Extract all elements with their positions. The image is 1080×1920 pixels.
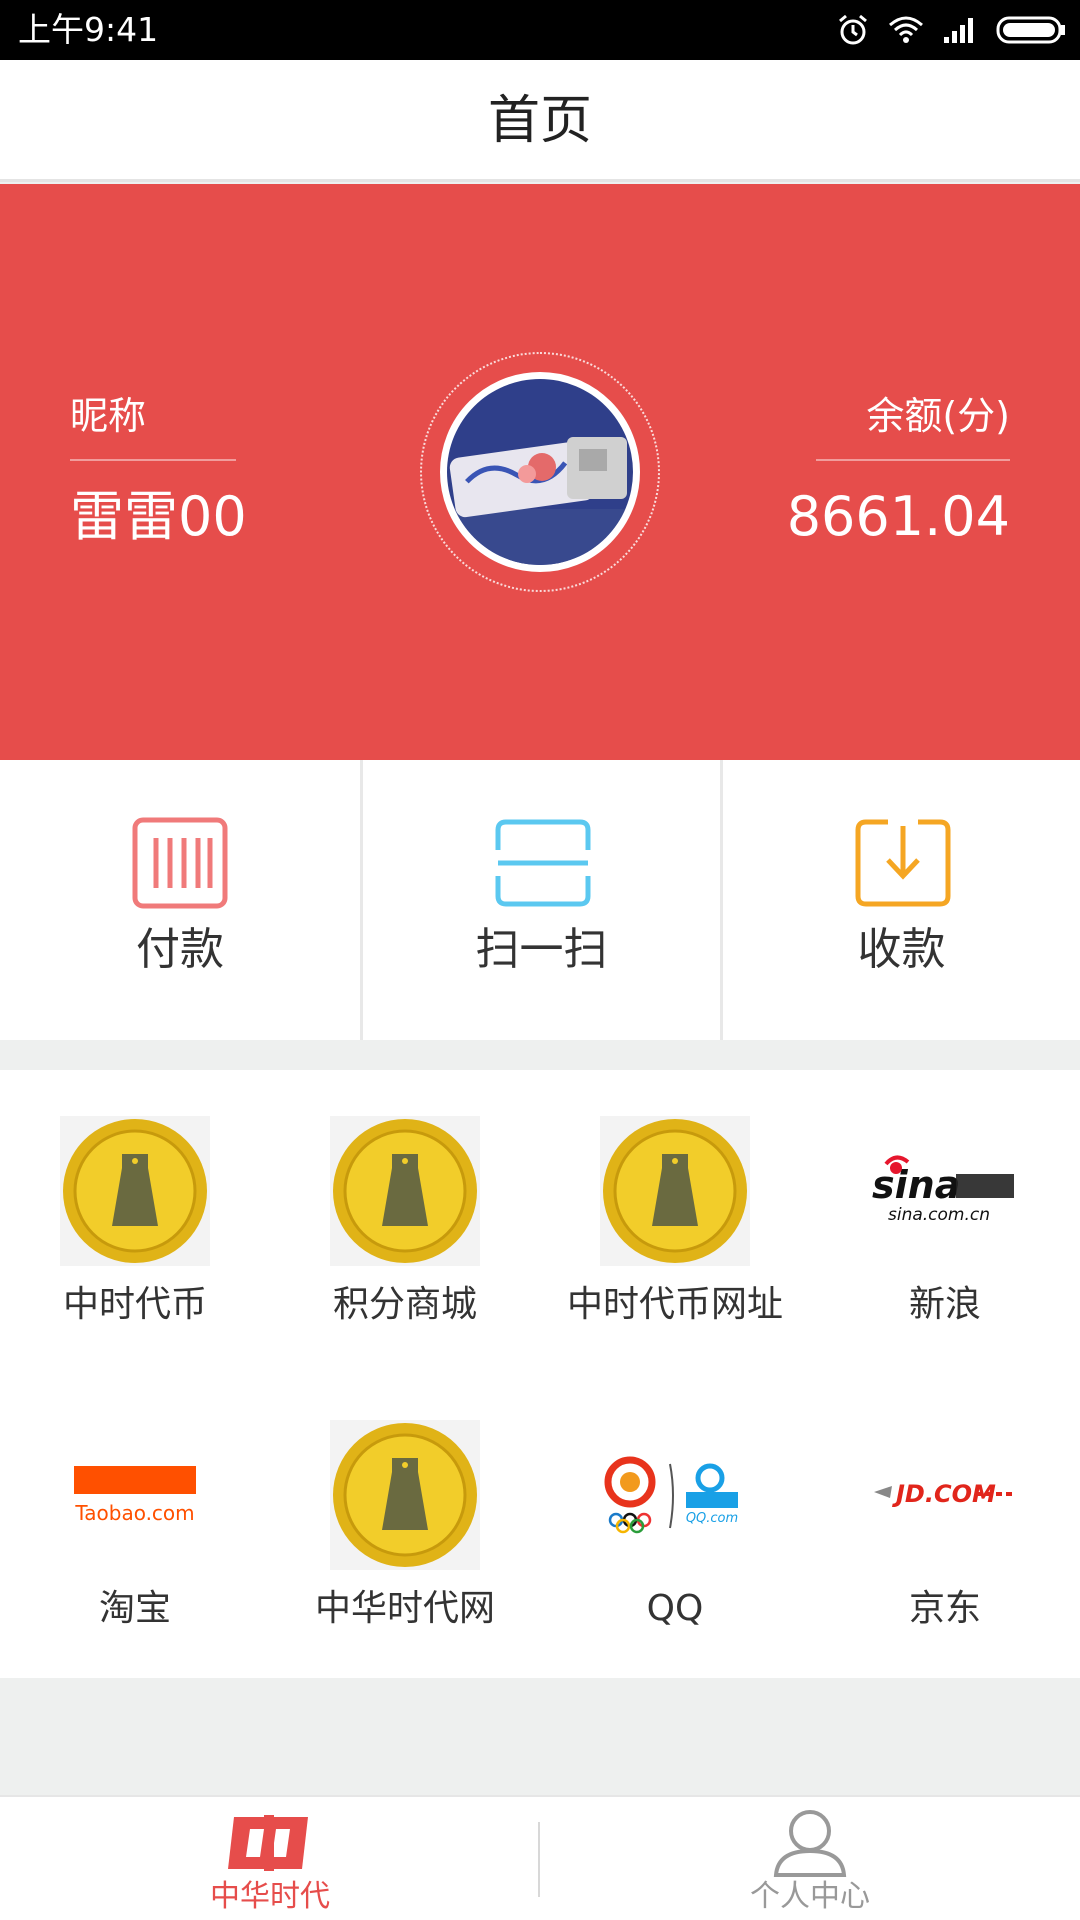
wifi-icon (888, 15, 924, 45)
profile-hero: 昵称 雷雷00 余额(分) 8661.04 (0, 184, 1080, 760)
balance-label: 余额(分) (866, 394, 1010, 438)
tab-home[interactable]: 中华时代 (0, 1797, 540, 1920)
svg-text:QQ.com: QQ.com (686, 1511, 738, 1526)
receive-icon (853, 816, 953, 910)
nickname-label: 昵称 (70, 394, 147, 438)
pay-button[interactable]: 付款 (0, 760, 360, 1040)
coin-logo (60, 1116, 210, 1266)
balance-value: 8661.04 (786, 485, 1010, 548)
tab-profile[interactable]: 个人中心 (540, 1797, 1080, 1920)
nav-bar: 首页 (0, 60, 1080, 182)
zhonghua-logo-icon (224, 1807, 316, 1877)
status-icons (836, 10, 1066, 50)
tab-home-label: 中华时代 (210, 1879, 330, 1914)
scan-button[interactable]: 扫一扫 (360, 760, 720, 1040)
app-name: 淘宝 (98, 1588, 171, 1629)
nickname-divider (70, 459, 236, 461)
sina-logo: sina sina.com.cn (870, 1116, 1020, 1266)
app-qq[interactable]: QQ.com QQ (540, 1374, 810, 1674)
barcode-icon (130, 816, 230, 910)
coin-logo (330, 1420, 480, 1570)
qq-logo: QQ.com (600, 1420, 750, 1570)
receive-button[interactable]: 收款 (720, 760, 1080, 1040)
status-bar: 上午9:41 (0, 0, 1080, 60)
status-time: 上午9:41 (18, 10, 159, 49)
scan-label: 扫一扫 (475, 924, 608, 975)
pay-label: 付款 (136, 924, 224, 975)
svg-text:sina: sina (872, 1163, 960, 1207)
battery-icon (996, 15, 1066, 45)
signal-icon (942, 15, 978, 45)
app-coin-website[interactable]: 中时代币网址 (540, 1070, 810, 1370)
app-name: QQ (646, 1588, 704, 1629)
nickname-value: 雷雷00 (70, 485, 247, 548)
bottom-tab-bar: 中华时代 个人中心 (0, 1795, 1080, 1920)
tab-profile-label: 个人中心 (750, 1879, 870, 1914)
app-grid: 中时代币 积分商城 中时代币网址 sina sina.com.cn 新浪 Tao… (0, 1070, 1080, 1678)
jd-logo: JD.COM (870, 1420, 1020, 1570)
app-name: 中华时代网 (314, 1588, 495, 1629)
avatar[interactable] (440, 372, 640, 572)
app-name: 中时代币网址 (566, 1284, 783, 1325)
svg-text:Taobao.com: Taobao.com (74, 1501, 194, 1525)
app-name: 新浪 (908, 1284, 981, 1325)
app-points-mall[interactable]: 积分商城 (270, 1070, 540, 1370)
coin-logo (330, 1116, 480, 1266)
svg-text:sina.com.cn: sina.com.cn (888, 1205, 990, 1225)
quick-actions: 付款 扫一扫 收款 (0, 760, 1080, 1040)
app-name: 中时代币 (62, 1284, 207, 1325)
page-title: 首页 (487, 91, 592, 151)
app-jd[interactable]: JD.COM 京东 (810, 1374, 1080, 1674)
app-zhonghua-times[interactable]: 中华时代网 (270, 1374, 540, 1674)
scan-icon (493, 816, 593, 910)
app-taobao[interactable]: Taobao.com 淘宝 (0, 1374, 270, 1674)
balance-divider (816, 459, 1010, 461)
app-name: 京东 (908, 1588, 981, 1629)
user-icon (764, 1807, 856, 1877)
alarm-icon (836, 13, 870, 47)
app-zhongshi-coin[interactable]: 中时代币 (0, 1070, 270, 1370)
app-sina[interactable]: sina sina.com.cn 新浪 (810, 1070, 1080, 1370)
receive-label: 收款 (857, 924, 946, 975)
avatar-photo (447, 379, 633, 565)
taobao-logo: Taobao.com (60, 1420, 210, 1570)
coin-logo (600, 1116, 750, 1266)
app-name: 积分商城 (332, 1284, 477, 1325)
